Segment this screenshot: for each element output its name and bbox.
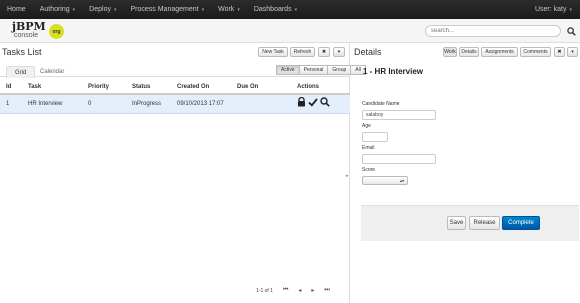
tab-calendar[interactable]: Calendar: [32, 66, 72, 78]
nav-home[interactable]: Home: [0, 6, 33, 13]
user-menu[interactable]: User: katy ▾: [528, 6, 580, 13]
table-header-row: Id Task Priority Status Created On Due O…: [0, 80, 350, 95]
nav-authoring[interactable]: Authoring ▾: [33, 6, 82, 13]
column-header-due-on[interactable]: Due On: [231, 80, 291, 95]
column-header-status[interactable]: Status: [126, 80, 171, 95]
cell-priority: 0: [82, 94, 126, 114]
org-badge-icon: org: [49, 24, 64, 39]
tab-assignments[interactable]: Assignments: [481, 47, 518, 57]
pager-range: 1-1 of 1: [256, 287, 273, 294]
table-row[interactable]: 1 HR Interview 0 InProgress 09/10/2013 1…: [0, 94, 350, 114]
cell-task: HR Interview: [22, 94, 82, 114]
search-icon[interactable]: [320, 97, 330, 110]
cell-due-on: [231, 94, 291, 114]
close-icon[interactable]: ✖: [554, 47, 565, 57]
chevron-down-icon: ▾: [294, 6, 298, 13]
checkmark-icon[interactable]: [308, 97, 318, 110]
tasks-panel: Tasks List New Task Refresh ✖ ▾ Grid Cal…: [0, 43, 366, 303]
complete-button[interactable]: Complete: [502, 216, 540, 230]
first-page-icon[interactable]: ⏮: [283, 287, 288, 294]
filter-personal[interactable]: Personal: [298, 65, 329, 75]
last-page-icon[interactable]: ⏭: [324, 287, 329, 294]
column-header-priority[interactable]: Priority: [82, 80, 126, 95]
top-navigation: Home Authoring ▾ Deploy ▾ Process Manageme…: [0, 0, 580, 19]
previous-page-icon[interactable]: ◂: [298, 287, 301, 294]
refresh-button[interactable]: Refresh: [290, 47, 315, 57]
lock-icon[interactable]: [297, 97, 306, 110]
column-header-id[interactable]: Id: [0, 80, 22, 95]
tasks-table: Id Task Priority Status Created On Due O…: [0, 80, 350, 114]
filter-active[interactable]: Active: [276, 65, 300, 75]
column-header-created-on[interactable]: Created On: [171, 80, 231, 95]
cell-status: InProgress: [126, 94, 171, 114]
score-select[interactable]: ▴▾: [362, 176, 408, 185]
nav-dashboards[interactable]: Dashboards ▾: [247, 6, 304, 13]
details-panel-title: Details: [354, 47, 382, 57]
panel-menu-icon[interactable]: ▾: [567, 47, 578, 57]
search-icon[interactable]: [565, 25, 577, 37]
tab-work[interactable]: Work: [443, 47, 457, 57]
column-header-actions: Actions: [291, 80, 350, 95]
cell-actions: [291, 94, 350, 114]
row-actions: [297, 97, 350, 110]
chevron-down-icon: ▾: [569, 6, 572, 13]
nav-deploy-label: Deploy: [89, 6, 111, 13]
save-button[interactable]: Save: [447, 216, 466, 230]
cell-created-on: 09/10/2013 17:07: [171, 94, 231, 114]
candidate-name-field[interactable]: salaboy: [362, 110, 436, 120]
score-label: Score: [362, 167, 376, 173]
tab-grid[interactable]: Grid: [6, 66, 36, 78]
release-button[interactable]: Release: [469, 216, 500, 230]
chevron-down-icon: ▾: [201, 6, 205, 13]
nav-deploy[interactable]: Deploy ▾: [82, 6, 123, 13]
details-panel: Details Work Details Assignments Comment…: [351, 43, 580, 303]
nav-process-management-label: Process Management: [130, 6, 199, 13]
nav-authoring-label: Authoring: [39, 6, 70, 13]
next-page-icon[interactable]: ▸: [311, 287, 314, 294]
nav-work-label: Work: [218, 6, 235, 13]
tab-details[interactable]: Details: [459, 47, 479, 57]
chevron-down-icon: ▾: [113, 6, 117, 13]
nav-dashboards-label: Dashboards: [253, 6, 292, 13]
email-field[interactable]: [362, 154, 436, 164]
jbpm-logo[interactable]: jBPM console: [12, 21, 46, 41]
tasks-panel-title: Tasks List: [2, 47, 42, 57]
new-task-button[interactable]: New Task: [258, 47, 288, 57]
chevron-down-icon: ▾: [237, 6, 240, 13]
nav-process-management[interactable]: Process Management ▾: [123, 6, 211, 13]
chevron-down-icon: ▾: [72, 6, 76, 13]
user-menu-label: User: katy: [534, 6, 567, 13]
chevron-updown-icon: ▴▾: [399, 178, 404, 183]
filter-group[interactable]: Group: [327, 65, 352, 75]
tab-comments[interactable]: Comments: [520, 47, 551, 57]
task-title: 1 - HR Interview: [363, 67, 424, 76]
nav-home-label: Home: [7, 6, 26, 13]
column-header-task[interactable]: Task: [22, 80, 82, 95]
form-action-bar: Save Release Complete: [361, 205, 579, 241]
panel-menu-icon[interactable]: ▾: [333, 47, 345, 57]
pagination: 1-1 of 1 ⏮ ◂ ▸ ⏭: [256, 287, 330, 294]
candidate-name-label: Candidate Name: [362, 101, 400, 107]
nav-work[interactable]: Work ▾: [211, 6, 247, 13]
splitter-arrow-icon[interactable]: ▸: [346, 173, 349, 179]
search-input[interactable]: [425, 25, 561, 37]
cell-id: 1: [0, 94, 22, 114]
email-label: Email: [362, 145, 375, 151]
close-icon[interactable]: ✖: [318, 47, 330, 57]
age-label: Age: [362, 123, 371, 129]
age-field[interactable]: [362, 132, 388, 142]
